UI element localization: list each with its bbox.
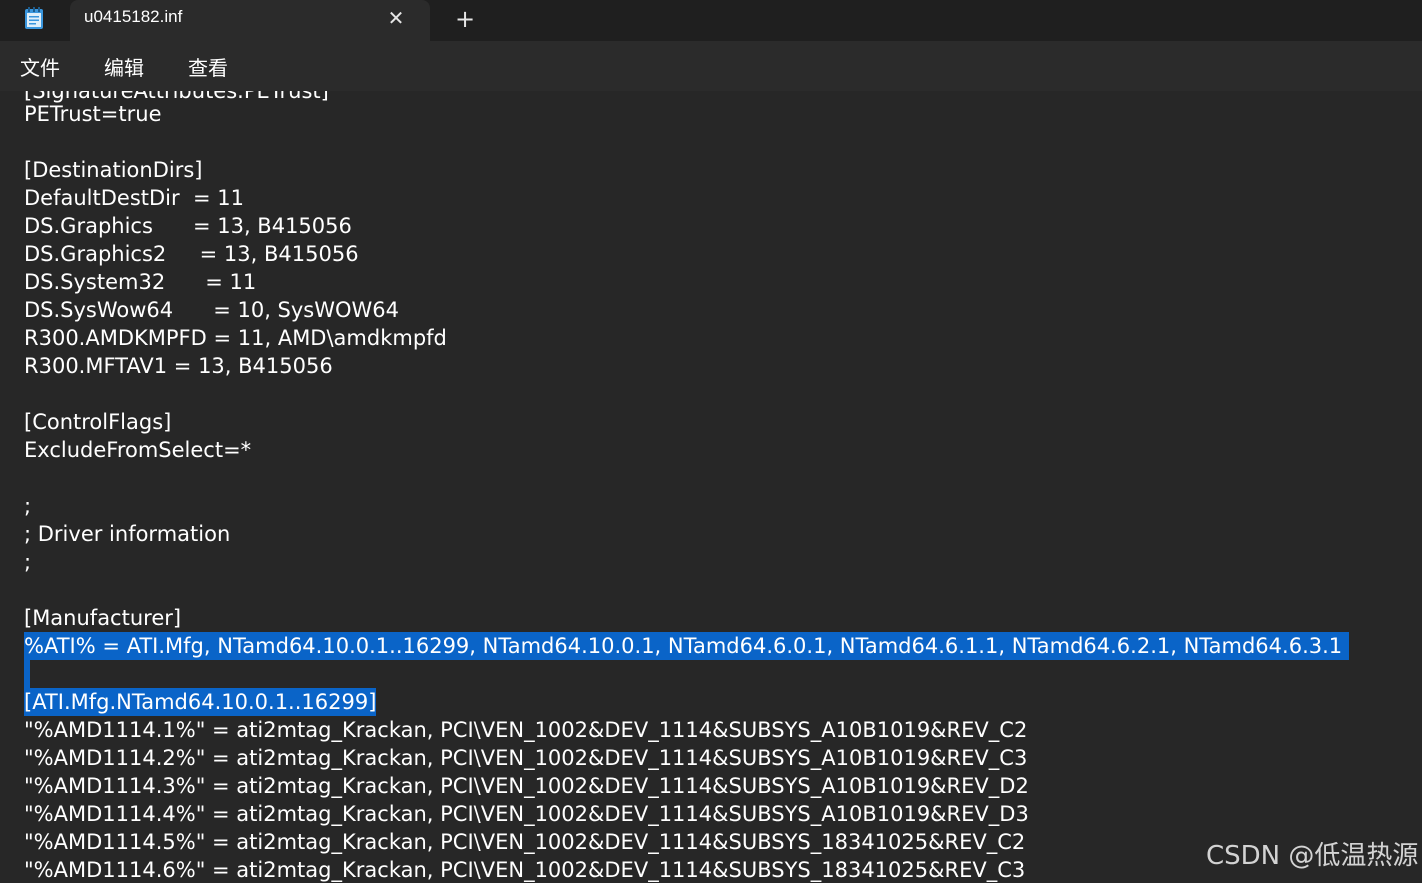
editor-line: ExcludeFromSelect=* — [24, 438, 252, 462]
tab-title: u0415182.inf — [84, 7, 183, 26]
editor-line: R300.AMDKMPFD = 11, AMD\amdkmpfd — [24, 326, 447, 350]
text-editor[interactable]: [SignatureAttributes.PETrust] PETrust=tr… — [0, 91, 1422, 883]
editor-line: DS.SysWow64 = 10, SysWOW64 — [24, 298, 400, 322]
editor-line: [Manufacturer] — [24, 606, 182, 630]
menu-view[interactable]: 查看 — [188, 52, 228, 81]
editor-line: %ATI% = ATI.Mfg, NTamd64.10.0.1..16299, … — [24, 632, 1349, 660]
editor-line: [DestinationDirs] — [24, 158, 203, 182]
title-bar: u0415182.inf ✕ + — [0, 0, 1422, 41]
editor-line: PETrust=true — [24, 102, 162, 126]
editor-line: DS.Graphics2 = 13, B415056 — [24, 242, 359, 266]
tab-file[interactable]: u0415182.inf ✕ — [70, 0, 430, 41]
selection-empty-line — [24, 660, 30, 688]
editor-line: ; Driver information — [24, 522, 231, 546]
editor-line: "%AMD1114.6%" = ati2mtag_Krackan, PCI\VE… — [24, 858, 1026, 882]
editor-line: "%AMD1114.3%" = ati2mtag_Krackan, PCI\VE… — [24, 774, 1029, 798]
menu-file[interactable]: 文件 — [20, 52, 60, 81]
menu-edit[interactable]: 编辑 — [104, 52, 144, 81]
editor-line: DS.System32 = 11 — [24, 270, 257, 294]
editor-line: ; — [24, 550, 32, 574]
menu-bar: 文件 编辑 查看 — [0, 41, 1422, 91]
watermark: CSDN @低温热源 — [1206, 841, 1419, 871]
editor-line: R300.MFTAV1 = 13, B415056 — [24, 354, 333, 378]
editor-line: DS.Graphics = 13, B415056 — [24, 214, 352, 238]
close-icon[interactable]: ✕ — [382, 4, 410, 32]
editor-line: "%AMD1114.5%" = ati2mtag_Krackan, PCI\VE… — [24, 830, 1026, 854]
editor-line: DefaultDestDir = 11 — [24, 186, 244, 210]
editor-line: "%AMD1114.2%" = ati2mtag_Krackan, PCI\VE… — [24, 746, 1028, 770]
editor-line: "%AMD1114.1%" = ati2mtag_Krackan, PCI\VE… — [24, 718, 1028, 742]
editor-line: "%AMD1114.4%" = ati2mtag_Krackan, PCI\VE… — [24, 802, 1029, 826]
editor-line: ; — [24, 494, 32, 518]
notepad-icon — [25, 7, 43, 29]
editor-line: [ControlFlags] — [24, 410, 172, 434]
editor-line: [ATI.Mfg.NTamd64.10.0.1..16299] — [24, 688, 377, 716]
plus-icon[interactable]: + — [450, 4, 480, 34]
